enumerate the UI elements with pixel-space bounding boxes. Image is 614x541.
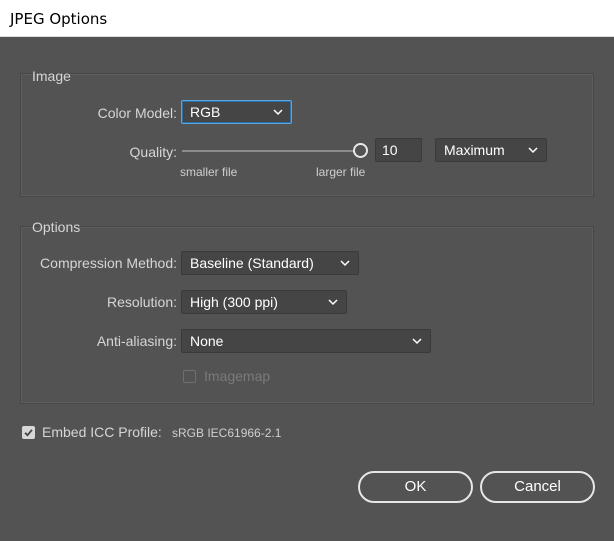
cancel-button[interactable]: Cancel (480, 471, 595, 503)
resolution-dropdown[interactable]: High (300 ppi) (181, 290, 347, 314)
resolution-label: Resolution: (106, 294, 177, 310)
chevron-down-icon (412, 338, 422, 345)
resolution-value: High (300 ppi) (190, 294, 278, 310)
window-title: JPEG Options (10, 10, 108, 28)
icc-profile-name: sRGB IEC61966-2.1 (172, 426, 282, 440)
imagemap-checkbox[interactable] (183, 370, 196, 383)
quality-preset-dropdown[interactable]: Maximum (435, 138, 547, 162)
ok-button[interactable]: OK (358, 471, 473, 503)
antialiasing-value: None (190, 333, 224, 349)
smaller-file-label: smaller file (180, 165, 238, 179)
chevron-down-icon (328, 299, 338, 306)
compression-value: Baseline (Standard) (190, 255, 314, 271)
quality-value: 10 (382, 142, 398, 158)
quality-input[interactable]: 10 (375, 138, 422, 162)
larger-file-label: larger file (316, 165, 366, 179)
chevron-down-icon (528, 147, 538, 154)
quality-slider-track[interactable] (182, 150, 356, 152)
imagemap-label: Imagemap (204, 368, 271, 384)
antialiasing-dropdown[interactable]: None (181, 329, 431, 353)
image-group-label: Image (32, 68, 71, 84)
quality-preset-value: Maximum (444, 142, 505, 158)
compression-label: Compression Method: (40, 255, 177, 271)
checkmark-icon (24, 429, 33, 437)
quality-label: Quality: (129, 144, 177, 160)
embed-icc-checkbox[interactable] (22, 426, 35, 439)
compression-dropdown[interactable]: Baseline (Standard) (181, 251, 359, 275)
chevron-down-icon (340, 260, 350, 267)
dialog-body: Image Color Model: RGB Quality: smaller … (1, 37, 613, 540)
title-bar[interactable]: JPEG Options (0, 0, 614, 37)
image-group (20, 73, 594, 197)
chevron-down-icon (273, 109, 283, 116)
color-model-label: Color Model: (97, 105, 177, 121)
options-group-label: Options (32, 219, 81, 235)
color-model-dropdown[interactable]: RGB (181, 100, 292, 124)
quality-slider-thumb[interactable] (353, 143, 368, 158)
embed-icc-label: Embed ICC Profile: (42, 424, 162, 440)
antialiasing-label: Anti-aliasing: (96, 333, 177, 349)
color-model-value: RGB (190, 104, 221, 120)
